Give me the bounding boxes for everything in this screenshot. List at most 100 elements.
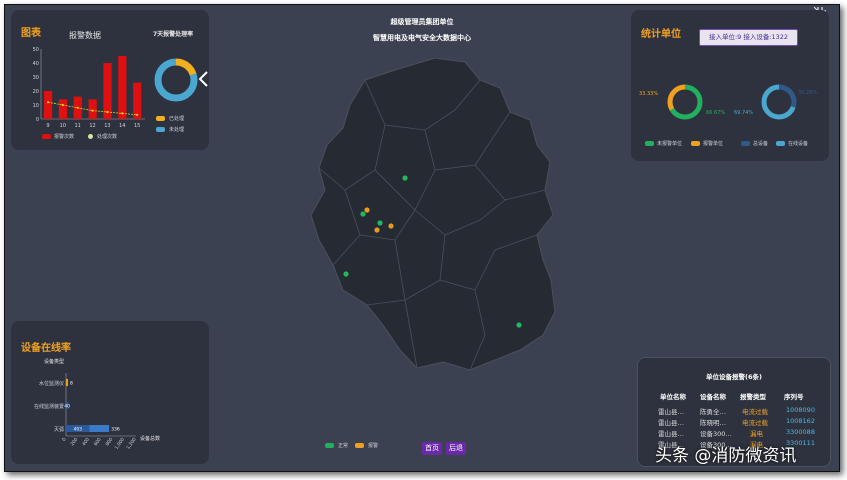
cell-device: 陈晓明… bbox=[700, 419, 726, 427]
device-type-bar-chart: 设备类型灭弧 403 336在线监测装置 40水位监测仪 80 200 400 600 800 1… bbox=[34, 358, 160, 451]
processed-point-11 bbox=[76, 106, 79, 109]
cell-unit: 雷山县… bbox=[658, 430, 684, 438]
processing-rate-donut bbox=[154, 58, 198, 102]
chevron-left-icon[interactable] bbox=[197, 70, 209, 88]
processed-point-13 bbox=[106, 110, 109, 114]
legend-done-label: 已处理 bbox=[169, 116, 185, 122]
legend-total-device-swatch bbox=[741, 141, 750, 146]
cell-serial: 3300088 bbox=[786, 428, 815, 436]
legend-online-device-swatch bbox=[776, 141, 785, 146]
map-marker-normal bbox=[377, 220, 383, 226]
map-marker-normal bbox=[516, 322, 522, 328]
map-marker-alarm bbox=[364, 207, 370, 213]
cell-serial: 1008162 bbox=[786, 417, 815, 425]
device-online-donut bbox=[761, 84, 797, 120]
x-tick-label: 15 bbox=[134, 123, 140, 129]
legend-done-swatch bbox=[156, 116, 165, 121]
map-legend-normal-label: 正常 bbox=[338, 443, 349, 449]
col-serial: 序列号 bbox=[784, 393, 804, 401]
map-legend-normal-swatch bbox=[325, 443, 334, 448]
x-axis-title: 设备总数 bbox=[140, 435, 160, 442]
x-tick-label: 0 bbox=[61, 437, 68, 443]
bar-offline-水位监测仪 bbox=[66, 379, 68, 386]
category-label: 水位监测仪 bbox=[39, 380, 64, 387]
category-label: 灭弧 bbox=[54, 426, 64, 433]
col-unit-name: 单位名称 bbox=[660, 393, 686, 401]
device-online-pct: 69.74% bbox=[734, 110, 754, 116]
x-tick-label: 1,000 bbox=[114, 437, 126, 451]
legend-alarm-unit-swatch bbox=[691, 141, 700, 146]
x-tick-label: 600 bbox=[93, 437, 103, 448]
bar-offline-label: 336 bbox=[111, 427, 120, 433]
bar-offline-label: 8 bbox=[70, 381, 73, 387]
col-alarm-type: 报警类型 bbox=[740, 393, 766, 401]
back-button[interactable]: 后退 bbox=[446, 442, 466, 455]
x-tick-label: 13 bbox=[104, 123, 110, 129]
legend-undone-label: 未处理 bbox=[169, 127, 185, 133]
category-label: 在线监测装置 bbox=[34, 403, 64, 410]
processed-point-9 bbox=[46, 101, 50, 104]
legend-processed-marker bbox=[88, 134, 93, 139]
legend-online-device-label: 在线设备 bbox=[788, 141, 809, 147]
legend-alarm-label: 报警次数 bbox=[54, 134, 75, 140]
cell-alarm-type: 电流过载 bbox=[742, 408, 768, 416]
legend-alarm-unit-label: 报警单位 bbox=[703, 141, 724, 147]
processed-point-15 bbox=[136, 113, 139, 116]
y-tick-label: 20 bbox=[33, 89, 39, 95]
y-tick-label: 40 bbox=[33, 61, 39, 67]
x-tick-label: 14 bbox=[119, 123, 125, 129]
col-device-name: 设备名称 bbox=[700, 393, 726, 401]
stats-panel-title: 统计单位 bbox=[641, 29, 681, 40]
cell-serial: 1008090 bbox=[786, 406, 815, 414]
bar-9 bbox=[43, 91, 53, 119]
chart-panel: 图表 报警数据 7天报警处理率 0 10 20 30 40 50 9 10 11 12 13 14 15… bbox=[11, 10, 209, 150]
map-marker-normal bbox=[402, 175, 408, 181]
y-tick-label: 30 bbox=[33, 75, 39, 81]
cell-device: 陈勇全… bbox=[700, 408, 726, 416]
x-tick-label: 800 bbox=[104, 437, 114, 448]
processed-point-12 bbox=[91, 109, 94, 112]
processed-point-10 bbox=[61, 103, 64, 107]
alarm-bar-chart: 0 10 20 30 40 50 9 10 11 12 13 14 15 bbox=[33, 47, 145, 129]
x-tick-label: 10 bbox=[60, 123, 66, 129]
home-button[interactable]: 首页 bbox=[422, 442, 442, 455]
chart-panel-title: 图表 bbox=[21, 28, 41, 39]
y-tick-label: 0 bbox=[36, 117, 39, 123]
x-tick-label: 11 bbox=[75, 123, 81, 129]
legend-processed-label: 处理次数 bbox=[97, 134, 118, 140]
dashboard-frame: 超级管理员集团单位 智慧用电及电气安全大数据中心 正常 报警 首页 后退 图表 … bbox=[4, 4, 840, 472]
unit-normal-pct: 66.67% bbox=[706, 110, 726, 116]
cell-unit: 雷山县… bbox=[658, 408, 684, 416]
bar-10 bbox=[58, 99, 67, 119]
x-tick-label: 12 bbox=[89, 123, 95, 129]
stats-panel: 统计单位 接入单位:9 接入设备:1322 33.33% 66.67% 69.7… bbox=[631, 10, 829, 161]
legend-alarm-swatch bbox=[42, 134, 51, 139]
bar-offline-灭弧 bbox=[89, 425, 110, 432]
cell-device: 设备300… bbox=[700, 430, 732, 438]
legend-normal-unit-label: 未报警单位 bbox=[657, 141, 683, 147]
legend-normal-unit-swatch bbox=[645, 141, 654, 146]
bar-online-label: 40 bbox=[64, 404, 70, 410]
bar-14 bbox=[118, 56, 127, 119]
x-tick-label: 400 bbox=[81, 437, 91, 448]
map-marker-alarm bbox=[374, 227, 380, 233]
cell-unit: 雷山县… bbox=[658, 419, 684, 427]
x-tick-label: 200 bbox=[69, 437, 79, 448]
bar-13 bbox=[103, 63, 112, 119]
map-marker-normal bbox=[343, 271, 349, 277]
x-tick-label: 1,200 bbox=[125, 437, 137, 451]
y-tick-label: 50 bbox=[33, 47, 39, 53]
bar-15 bbox=[133, 82, 142, 119]
online-rate-panel: 设备在线率 设备类型 灭弧 403 336 在线监测装置 40 水位监测仪 8 0 200 400 6… bbox=[11, 321, 209, 464]
donut-title: 7天报警处理率 bbox=[153, 31, 194, 38]
map-marker-normal bbox=[360, 211, 366, 217]
device-total-pct: 30.26% bbox=[798, 90, 818, 96]
map-legend-alarm-swatch bbox=[355, 443, 364, 448]
unit-alarm-donut bbox=[667, 84, 703, 120]
unit-alarm-pct: 33.33% bbox=[639, 91, 659, 97]
bar-12 bbox=[88, 99, 97, 119]
legend-total-device-label: 总设备 bbox=[753, 141, 769, 147]
map-legend-alarm-label: 报警 bbox=[368, 443, 379, 449]
region-map bbox=[310, 57, 556, 371]
map-marker-alarm bbox=[388, 223, 394, 229]
